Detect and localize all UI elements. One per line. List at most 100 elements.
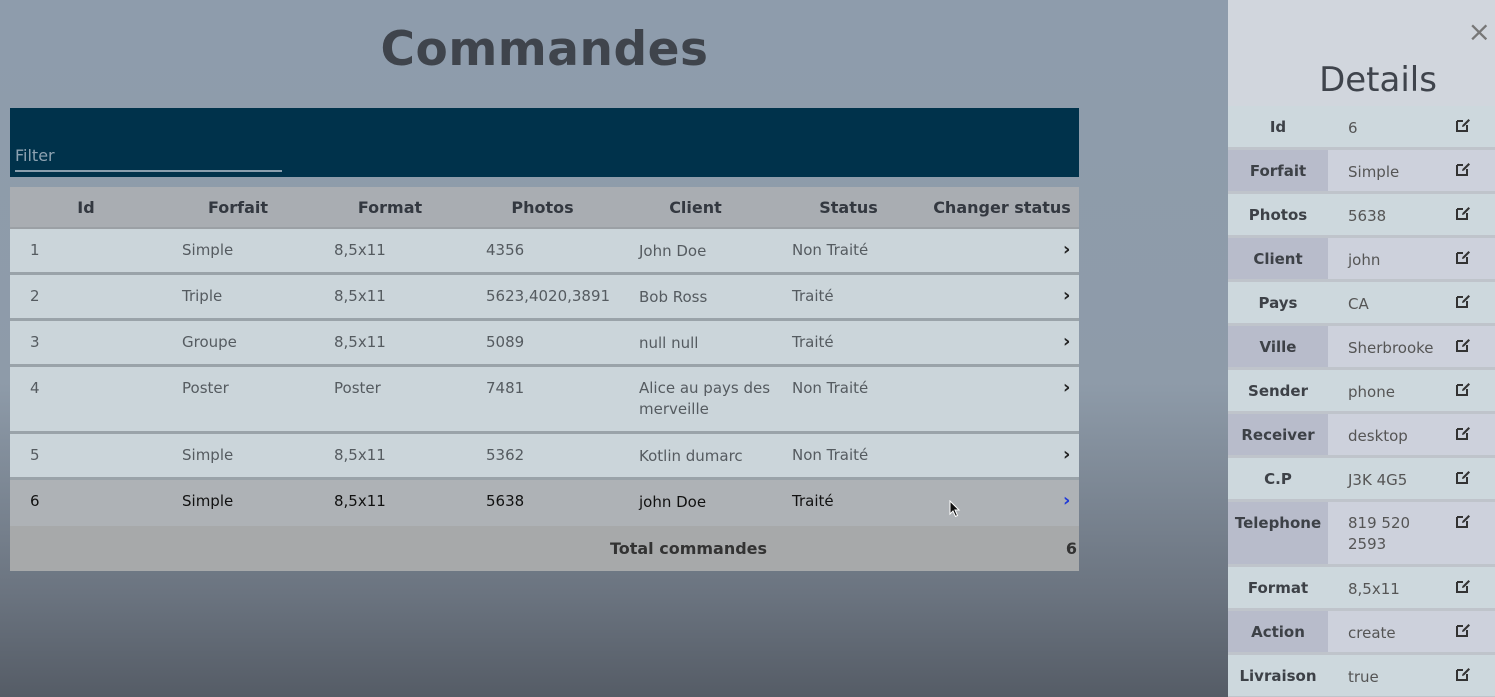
detail-value: true (1328, 655, 1455, 696)
edit-icon[interactable] (1455, 205, 1471, 221)
column-header-id[interactable]: Id (10, 198, 162, 217)
change-status-button[interactable]: › (925, 434, 1070, 465)
table-row[interactable]: 3 Groupe 8,5x11 5089 null null Traité › (10, 321, 1079, 367)
table-row[interactable]: 2 Triple 8,5x11 5623,4020,3891 Bob Ross … (10, 275, 1079, 321)
filter-input[interactable] (15, 144, 282, 172)
edit-button[interactable] (1455, 194, 1495, 235)
cell-photos: 5089 (486, 333, 525, 351)
column-header-client[interactable]: Client (619, 198, 772, 217)
detail-row-pays: Pays CA (1228, 282, 1495, 326)
edit-button[interactable] (1455, 326, 1495, 367)
edit-button[interactable] (1455, 150, 1495, 191)
column-header-format[interactable]: Format (314, 198, 466, 217)
detail-key: Forfait (1228, 150, 1328, 191)
table-footer: Total commandes 6 (10, 526, 1079, 571)
detail-key: Action (1228, 611, 1328, 652)
table-row[interactable]: 5 Simple 8,5x11 5362 Kotlin dumarc Non T… (10, 434, 1079, 480)
detail-row-livraison: Livraison true (1228, 655, 1495, 697)
edit-icon[interactable] (1455, 161, 1471, 177)
detail-row-forfait: Forfait Simple (1228, 150, 1495, 194)
edit-icon[interactable] (1455, 249, 1471, 265)
orders-table: Id Forfait Format Photos Client Status C… (10, 187, 1079, 571)
detail-row-action: Action create (1228, 611, 1495, 655)
details-list: Id 6 Forfait Simple Photos 5638 Client j… (1228, 106, 1495, 697)
edit-button[interactable] (1455, 458, 1495, 499)
edit-button[interactable] (1455, 282, 1495, 323)
edit-icon[interactable] (1455, 293, 1471, 309)
cell-format: 8,5x11 (334, 333, 386, 351)
cell-client: John Doe (639, 242, 707, 260)
chevron-right-icon[interactable]: › (925, 490, 1070, 511)
cell-forfait: Simple (182, 492, 234, 510)
detail-value: J3K 4G5 (1328, 458, 1455, 499)
edit-icon[interactable] (1455, 666, 1471, 682)
detail-row-sender: Sender phone (1228, 370, 1495, 414)
detail-value: desktop (1328, 414, 1455, 455)
cell-id: 4 (30, 379, 40, 397)
cell-photos: 4356 (486, 241, 525, 259)
detail-key: Telephone (1228, 502, 1328, 564)
detail-value: phone (1328, 370, 1455, 411)
table-row[interactable]: 4 Poster Poster 7481 Alice au pays des m… (10, 367, 1079, 434)
cell-id: 3 (30, 333, 40, 351)
edit-icon[interactable] (1455, 622, 1471, 638)
cell-status: Traité (792, 333, 834, 351)
detail-value: 819 520 2593 (1328, 502, 1455, 564)
chevron-right-icon[interactable]: › (925, 377, 1070, 398)
edit-icon[interactable] (1455, 578, 1471, 594)
cell-id: 5 (30, 446, 40, 464)
edit-button[interactable] (1455, 414, 1495, 455)
cell-photos: 5623,4020,3891 (486, 287, 611, 305)
edit-icon[interactable] (1455, 117, 1471, 133)
total-label: Total commandes (609, 539, 768, 558)
cell-forfait: Poster (182, 379, 229, 397)
chevron-right-icon[interactable]: › (925, 239, 1070, 260)
change-status-button[interactable]: › (925, 275, 1070, 306)
cell-format: Poster (334, 379, 381, 397)
detail-row-id: Id 6 (1228, 106, 1495, 150)
close-icon[interactable]: × (1468, 18, 1491, 46)
edit-icon[interactable] (1455, 469, 1471, 485)
cell-format: 8,5x11 (334, 492, 386, 510)
page-title: Commandes (380, 22, 709, 77)
cell-forfait: Simple (182, 241, 234, 259)
cell-format: 8,5x11 (334, 241, 386, 259)
detail-key: Ville (1228, 326, 1328, 367)
chevron-right-icon[interactable]: › (925, 444, 1070, 465)
table-row[interactable]: 1 Simple 8,5x11 4356 John Doe Non Traité… (10, 229, 1079, 275)
details-panel: × Details Id 6 Forfait Simple Photos 563… (1228, 0, 1495, 697)
edit-icon[interactable] (1455, 337, 1471, 353)
detail-value: 6 (1328, 106, 1455, 147)
chevron-right-icon[interactable]: › (925, 285, 1070, 306)
edit-button[interactable] (1455, 502, 1495, 564)
change-status-button[interactable]: › (925, 229, 1070, 260)
edit-icon[interactable] (1455, 425, 1471, 441)
total-count: 6 (1065, 539, 1077, 558)
edit-button[interactable] (1455, 567, 1495, 608)
edit-icon[interactable] (1455, 381, 1471, 397)
change-status-button[interactable]: › (925, 480, 1070, 511)
edit-button[interactable] (1455, 611, 1495, 652)
table-row-selected[interactable]: 6 Simple 8,5x11 5638 john Doe Traité › (10, 480, 1079, 526)
column-header-photos[interactable]: Photos (466, 198, 619, 217)
detail-row-receiver: Receiver desktop (1228, 414, 1495, 458)
column-header-changer-status[interactable]: Changer status (925, 198, 1079, 217)
detail-key: C.P (1228, 458, 1328, 499)
edit-button[interactable] (1455, 370, 1495, 411)
edit-button[interactable] (1455, 106, 1495, 147)
detail-row-client: Client john (1228, 238, 1495, 282)
column-header-forfait[interactable]: Forfait (162, 198, 314, 217)
edit-button[interactable] (1455, 655, 1495, 696)
detail-value: CA (1328, 282, 1455, 323)
cell-photos: 5362 (486, 446, 525, 464)
detail-key: Id (1228, 106, 1328, 147)
detail-key: Pays (1228, 282, 1328, 323)
column-header-status[interactable]: Status (772, 198, 925, 217)
change-status-button[interactable]: › (925, 367, 1070, 398)
edit-icon[interactable] (1455, 513, 1471, 529)
cell-status: Traité (792, 287, 834, 305)
chevron-right-icon[interactable]: › (925, 331, 1070, 352)
cell-status: Non Traité (792, 241, 869, 259)
change-status-button[interactable]: › (925, 321, 1070, 352)
edit-button[interactable] (1455, 238, 1495, 279)
